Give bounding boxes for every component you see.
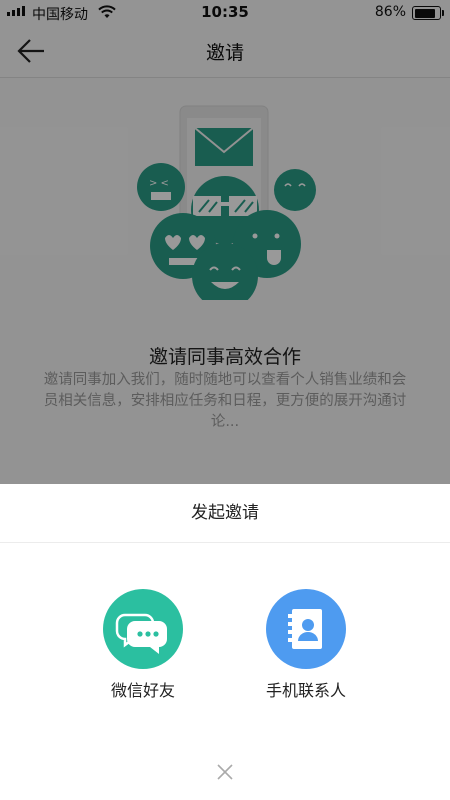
wechat-chat-icon — [103, 589, 183, 669]
invite-wechat-button[interactable]: 微信好友 — [83, 589, 203, 701]
invite-action-sheet: 发起邀请 微信好友 手机联系人 — [0, 484, 450, 800]
invite-contacts-button[interactable]: 手机联系人 — [246, 589, 366, 701]
contacts-option-label: 手机联系人 — [265, 681, 346, 700]
close-icon[interactable] — [214, 761, 236, 783]
wechat-option-label: 微信好友 — [110, 681, 175, 700]
sheet-title: 发起邀请 — [0, 484, 450, 543]
contacts-book-icon — [266, 589, 346, 669]
